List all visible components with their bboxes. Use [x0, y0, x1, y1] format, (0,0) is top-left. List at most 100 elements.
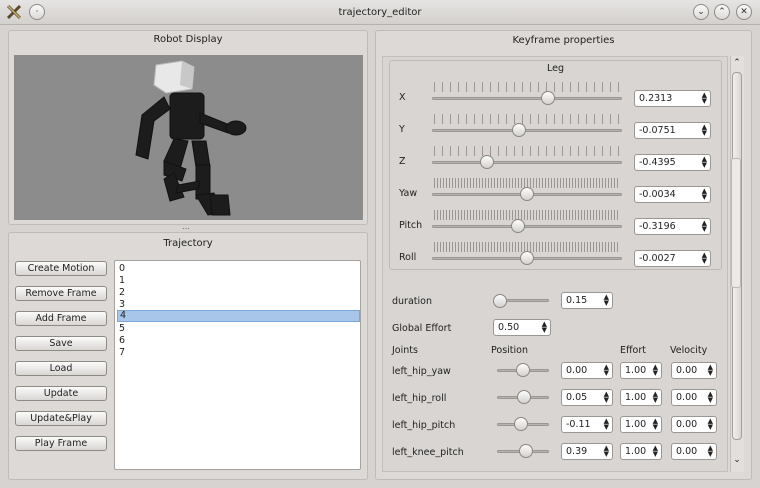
joint-effort-spinbox[interactable]: 1.00 ▲ ▼ [620, 389, 662, 406]
effort-header: Effort [620, 345, 646, 356]
trajectory-title: Trajectory [163, 238, 213, 249]
leg-z-value: -0.4395 [639, 157, 676, 168]
joint-effort-value: 1.00 [625, 365, 647, 376]
leg-z-ticks [434, 146, 620, 156]
robot-model-icon [135, 60, 247, 216]
add-frame-button[interactable]: Add Frame [15, 311, 107, 326]
update-play-button[interactable]: Update&Play [15, 411, 107, 426]
joint-effort-spinbox[interactable]: 1.00 ▲ ▼ [620, 416, 662, 433]
minimize-button[interactable]: ⌄ [693, 4, 709, 20]
leg-x-label: X [399, 92, 406, 103]
joint-velocity-spinbox[interactable]: 0.00 ▲ ▼ [671, 362, 717, 379]
leg-y-slider-track[interactable] [432, 129, 622, 132]
duration-label: duration [392, 296, 432, 307]
scroll-down-icon[interactable]: ⌄ [731, 455, 743, 465]
leg-pitch-value: -0.3196 [639, 221, 676, 232]
position-header: Position [491, 345, 528, 356]
leg-roll-slider-handle[interactable] [520, 251, 534, 265]
joint-position-spinbox[interactable]: 0.39 ▲ ▼ [561, 443, 613, 460]
play-frame-button[interactable]: Play Frame [15, 436, 107, 451]
leg-pitch-spinbox[interactable]: -0.3196 ▲ ▼ [634, 218, 711, 235]
velocity-header: Velocity [670, 345, 708, 356]
list-item[interactable]: 1 [117, 275, 360, 287]
list-item[interactable]: 7 [117, 347, 360, 359]
leg-z-slider-handle[interactable] [480, 155, 495, 169]
joint-position-value: 0.39 [566, 446, 588, 457]
maximize-button[interactable]: ⌃ [714, 4, 730, 20]
frame-list[interactable]: 0 1 2 3 4 5 6 7 [114, 260, 361, 470]
window-title: trajectory_editor [338, 7, 422, 18]
keyframe-title: Keyframe properties [512, 35, 615, 46]
joint-velocity-spinbox[interactable]: 0.00 ▲ ▼ [671, 416, 717, 433]
leg-x-value: 0.2313 [639, 93, 673, 104]
save-button[interactable]: Save [15, 336, 107, 351]
create-motion-button[interactable]: Create Motion [15, 261, 107, 276]
leg-yaw-spinbox[interactable]: -0.0034 ▲ ▼ [634, 186, 711, 203]
list-item[interactable]: 2 [117, 287, 360, 299]
leg-yaw-slider-handle[interactable] [520, 187, 534, 201]
joint-position-spinbox[interactable]: 0.00 ▲ ▼ [561, 362, 613, 379]
leg-pitch-ticks [434, 210, 620, 220]
joint-position-spinbox[interactable]: 0.05 ▲ ▼ [561, 389, 613, 406]
leg-y-spinbox[interactable]: -0.0751 ▲ ▼ [634, 122, 711, 139]
leg-yaw-label: Yaw [399, 188, 418, 199]
joint-effort-spinbox[interactable]: 1.00 ▲ ▼ [620, 443, 662, 460]
leg-x-slider-handle[interactable] [540, 91, 555, 105]
leg-z-slider-track[interactable] [432, 161, 622, 164]
joint-effort-value: 1.00 [625, 446, 647, 457]
update-button[interactable]: Update [15, 386, 107, 401]
leg-x-slider-track[interactable] [432, 97, 622, 100]
joint-position-value: 0.00 [566, 365, 588, 376]
leg-z-label: Z [399, 156, 406, 167]
leg-x-ticks [434, 82, 620, 92]
joint-velocity-value: 0.00 [676, 365, 698, 376]
leg-y-value: -0.0751 [639, 125, 676, 136]
leg-pitch-label: Pitch [399, 220, 423, 231]
leg-roll-spinbox[interactable]: -0.0027 ▲ ▼ [634, 250, 711, 267]
scroll-up-icon[interactable]: ⌃ [731, 58, 743, 68]
joint-name: left_knee_pitch [392, 447, 464, 458]
robot-viewport[interactable] [14, 55, 363, 220]
joint-position-slider-handle[interactable] [517, 390, 532, 404]
global-effort-value: 0.50 [498, 322, 520, 333]
robot-display-title: Robot Display [153, 34, 223, 45]
list-item-selected[interactable]: 4 [117, 310, 360, 322]
joint-position-spinbox[interactable]: -0.11 ▲ ▼ [561, 416, 613, 433]
joint-velocity-spinbox[interactable]: 0.00 ▲ ▼ [671, 443, 717, 460]
joint-effort-spinbox[interactable]: 1.00 ▲ ▼ [620, 362, 662, 379]
leg-group-title: Leg [546, 63, 564, 74]
joint-effort-value: 1.00 [625, 419, 647, 430]
leg-roll-label: Roll [399, 252, 417, 263]
leg-roll-value: -0.0027 [639, 253, 676, 264]
leg-pitch-slider-handle[interactable] [510, 219, 525, 233]
leg-y-ticks [434, 114, 620, 124]
close-button[interactable]: ✕ [736, 4, 752, 20]
splitter-handle[interactable]: … [182, 222, 190, 231]
leg-pitch-slider-track[interactable] [432, 225, 622, 228]
list-item[interactable]: 6 [117, 335, 360, 347]
joint-name: left_hip_pitch [392, 420, 456, 431]
list-item[interactable]: 0 [117, 263, 360, 275]
leg-yaw-value: -0.0034 [639, 189, 676, 200]
leg-x-spinbox[interactable]: 0.2313 ▲ ▼ [634, 90, 711, 107]
leg-z-spinbox[interactable]: -0.4395 ▲ ▼ [634, 154, 711, 171]
joint-position-value: -0.11 [566, 419, 591, 430]
joint-position-slider-handle[interactable] [516, 363, 530, 377]
global-effort-spinbox[interactable]: 0.50 ▲ ▼ [493, 319, 551, 336]
list-item[interactable]: 5 [117, 323, 360, 335]
leg-y-label: Y [399, 124, 405, 135]
joint-name: left_hip_roll [392, 393, 447, 404]
joint-velocity-value: 0.00 [676, 446, 698, 457]
global-effort-label: Global Effort [392, 323, 452, 334]
joint-effort-value: 1.00 [625, 392, 647, 403]
duration-slider-handle[interactable] [492, 294, 507, 308]
joint-position-slider-handle[interactable] [518, 444, 533, 458]
joints-header: Joints [392, 345, 418, 356]
load-button[interactable]: Load [15, 361, 107, 376]
leg-scrollbar[interactable] [731, 158, 741, 288]
duration-spinbox[interactable]: 0.15 ▲ ▼ [561, 292, 613, 309]
joint-velocity-value: 0.00 [676, 392, 698, 403]
remove-frame-button[interactable]: Remove Frame [15, 286, 107, 301]
joint-velocity-spinbox[interactable]: 0.00 ▲ ▼ [671, 389, 717, 406]
joint-velocity-value: 0.00 [676, 419, 698, 430]
